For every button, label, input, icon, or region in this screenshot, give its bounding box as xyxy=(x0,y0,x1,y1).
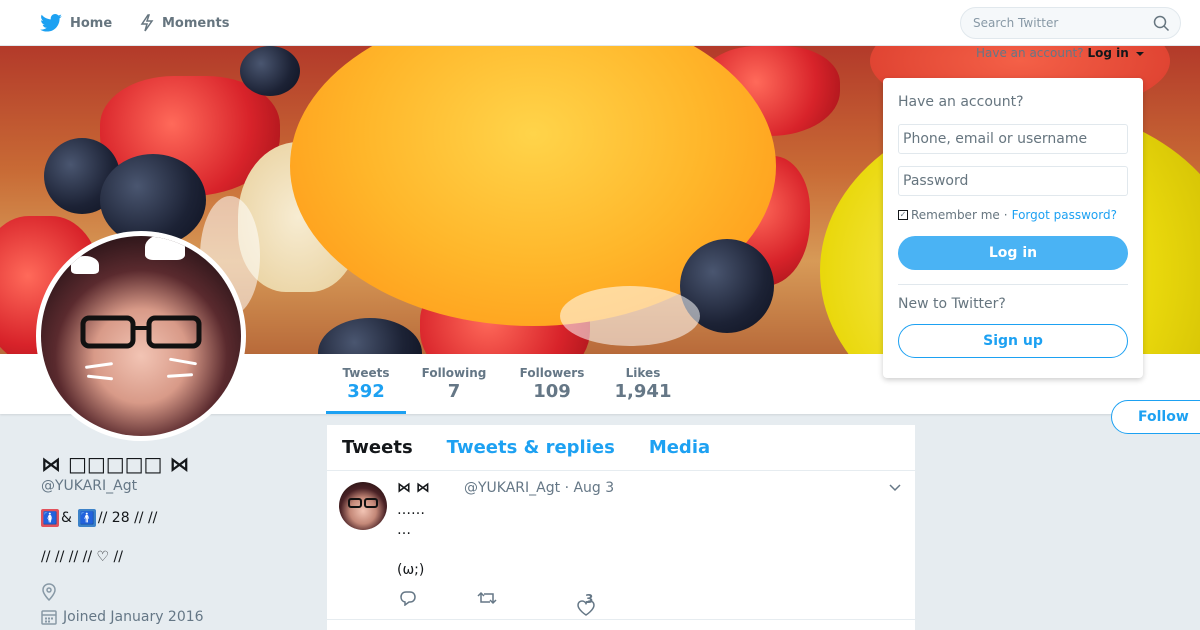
cat-ear-sticker xyxy=(145,236,185,260)
whisker-sticker xyxy=(84,362,114,369)
twitter-bird-icon xyxy=(40,14,62,32)
stat-following[interactable]: Following 7 xyxy=(414,354,494,414)
calendar-icon xyxy=(41,610,57,625)
stat-likes[interactable]: Likes 1,941 xyxy=(606,354,680,414)
tweet-author-name[interactable]: ⋈ ⋈ xyxy=(397,480,430,496)
whisker-sticker xyxy=(166,373,194,378)
glasses-sticker xyxy=(348,498,378,508)
tweet-text: …… … (ω;) xyxy=(397,502,425,578)
search-placeholder: Search Twitter xyxy=(973,16,1059,30)
reply-icon[interactable] xyxy=(399,590,417,606)
bio-text: // 28 // // xyxy=(97,510,158,526)
tab-tweets-replies[interactable]: Tweets & replies xyxy=(447,437,615,458)
retweet-icon[interactable] xyxy=(477,590,497,606)
tweet-handle-date[interactable]: @YUKARI_Agt · Aug 3 xyxy=(464,480,614,496)
banner-sugar xyxy=(560,286,700,346)
joined-date: Joined January 2016 xyxy=(63,609,204,625)
stat-value: 1,941 xyxy=(614,381,672,402)
separator-dot: · xyxy=(1003,208,1008,222)
search-icon[interactable] xyxy=(1153,15,1170,32)
bio-line: 🚺 & 🚹 // 28 // // xyxy=(41,509,157,527)
profile-avatar[interactable] xyxy=(36,231,246,441)
tweet-actions xyxy=(397,590,637,616)
remember-label[interactable]: Remember me xyxy=(911,208,1000,222)
whisker-sticker xyxy=(86,374,114,381)
timeline-tabs: Tweets Tweets & replies Media xyxy=(327,425,915,471)
tweet[interactable]: ⋈ ⋈ @YUKARI_Agt · Aug 3 …… … (ω;) 3 xyxy=(327,472,915,620)
womens-symbol-icon: 🚺 xyxy=(41,509,59,527)
remember-checkbox[interactable]: ✓ xyxy=(898,210,908,220)
profile-handle[interactable]: @YUKARI_Agt xyxy=(41,478,137,494)
follow-button[interactable]: Follow xyxy=(1111,400,1200,434)
nav-moments[interactable]: Moments xyxy=(140,0,229,46)
avatar-photo xyxy=(41,236,241,436)
search-input[interactable]: Search Twitter xyxy=(960,7,1181,39)
stat-label: Followers xyxy=(519,366,585,380)
like-count: 3 xyxy=(585,592,594,606)
whisker-sticker xyxy=(168,357,198,366)
glasses-sticker xyxy=(80,315,202,349)
joined-row: Joined January 2016 xyxy=(41,609,204,625)
stat-value: 392 xyxy=(347,381,385,402)
banner-blueberry xyxy=(318,318,422,354)
password-field[interactable]: Password xyxy=(898,166,1128,196)
location-row xyxy=(41,583,57,605)
username-field[interactable]: Phone, email or username xyxy=(898,124,1128,154)
stat-tweets[interactable]: Tweets 392 xyxy=(326,354,406,414)
chevron-down-icon[interactable] xyxy=(889,484,901,492)
stat-value: 109 xyxy=(533,381,571,402)
mens-symbol-icon: 🚹 xyxy=(77,509,96,527)
stat-value: 7 xyxy=(447,381,461,402)
stat-label: Tweets xyxy=(342,366,390,380)
profile-name[interactable]: ⋈ □□□□□ ⋈ xyxy=(41,452,189,476)
caret-down-icon xyxy=(1135,51,1144,56)
have-account-text: Have an account? xyxy=(976,46,1084,60)
divider xyxy=(898,284,1128,285)
remember-row: ✓ Remember me · Forgot password? xyxy=(898,208,1117,222)
new-to-twitter-title: New to Twitter? xyxy=(898,296,1006,312)
have-account-link[interactable]: Have an account? Log in xyxy=(976,46,1144,60)
nav-moments-label: Moments xyxy=(162,15,230,31)
timeline: Tweets Tweets & replies Media ⋈ ⋈ @YUKAR… xyxy=(327,425,915,630)
tab-media[interactable]: Media xyxy=(649,437,710,458)
nav-home[interactable]: Home xyxy=(40,0,112,46)
signup-button[interactable]: Sign up xyxy=(898,324,1128,358)
moments-bolt-icon xyxy=(140,14,154,32)
location-icon xyxy=(42,583,56,602)
login-link[interactable]: Log in xyxy=(1087,46,1128,60)
login-button[interactable]: Log in xyxy=(898,236,1128,270)
tab-tweets[interactable]: Tweets xyxy=(342,437,413,458)
tweet-avatar[interactable] xyxy=(339,482,387,530)
nav-home-label: Home xyxy=(70,15,113,31)
banner-blueberry xyxy=(240,46,300,96)
login-title: Have an account? xyxy=(898,94,1024,110)
top-nav: Home Moments Search Twitter xyxy=(0,0,1200,46)
stat-followers[interactable]: Followers 109 xyxy=(512,354,592,414)
forgot-password-link[interactable]: Forgot password? xyxy=(1012,208,1117,222)
login-dropdown: Have an account? Phone, email or usernam… xyxy=(883,78,1143,378)
stat-label: Following xyxy=(421,366,487,380)
stat-label: Likes xyxy=(625,366,661,380)
bio-line: // // // // ♡ // xyxy=(41,549,123,565)
cat-ear-sticker xyxy=(71,256,99,274)
bio-amp: & xyxy=(61,510,72,526)
